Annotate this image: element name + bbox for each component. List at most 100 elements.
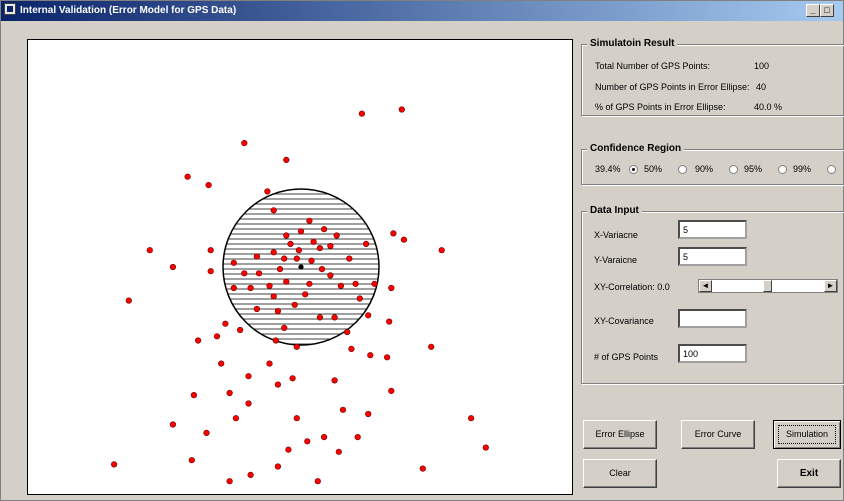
xy-correlation-label: XY-Correlation: 0.0: [594, 282, 670, 292]
gps-point: [314, 478, 321, 485]
confidence-radio-2[interactable]: [729, 165, 738, 174]
gps-point: [247, 284, 254, 292]
gps-point: [245, 373, 252, 380]
error-curve-button[interactable]: Error Curve: [681, 420, 755, 449]
gps-point: [283, 278, 290, 285]
gps-point: [222, 320, 229, 327]
gps-point: [327, 242, 334, 250]
gps-point: [205, 182, 212, 189]
gps-point: [297, 228, 305, 235]
exit-button[interactable]: Exit: [777, 459, 841, 488]
gps-point: [482, 444, 489, 451]
gps-point: [281, 255, 288, 262]
gps-point: [266, 282, 273, 289]
gps-point: [169, 263, 176, 271]
data-input-title: Data Input: [587, 205, 642, 216]
confidence-radio-0[interactable]: [629, 165, 638, 174]
confidence-region-group: Confidence Region 39.4% 50% 90% 95% 99%: [581, 143, 844, 185]
gps-point: [438, 247, 445, 254]
gps-point: [195, 337, 202, 344]
gps-point: [295, 247, 303, 254]
gps-point: [306, 217, 313, 224]
gps-point: [358, 110, 366, 117]
error-ellipse-button[interactable]: Error Ellipse: [583, 420, 657, 449]
gps-points-input[interactable]: [678, 344, 747, 363]
points-in-ellipse-value: 40: [756, 82, 767, 92]
gps-point: [203, 429, 210, 437]
maximize-button[interactable]: □: [820, 4, 834, 17]
confidence-region-title: Confidence Region: [587, 143, 685, 154]
x-variance-input[interactable]: [678, 220, 747, 239]
gps-point: [253, 305, 260, 313]
gps-point: [335, 448, 342, 455]
gps-point: [344, 329, 351, 336]
gps-point: [293, 343, 300, 350]
main-window: Internal Validation (Error Model for GPS…: [0, 0, 844, 501]
confidence-option-label: 95%: [744, 164, 763, 174]
scroll-right-arrow-icon[interactable]: ►: [824, 280, 837, 292]
window-title: Internal Validation (Error Model for GPS…: [20, 5, 237, 16]
total-points-value: 100: [754, 61, 770, 71]
confidence-radio-1[interactable]: [678, 165, 687, 174]
gps-point: [356, 295, 363, 302]
gps-point: [190, 392, 197, 399]
clear-button[interactable]: Clear: [583, 459, 657, 488]
gps-point: [226, 478, 233, 485]
center-point: [298, 264, 304, 270]
gps-point: [339, 406, 347, 413]
gps-point: [169, 421, 176, 428]
gps-point: [281, 324, 288, 332]
slider-thumb[interactable]: [763, 280, 772, 292]
gps-point: [371, 280, 378, 287]
gps-point: [400, 236, 408, 243]
gps-point: [388, 387, 395, 395]
gps-point: [302, 291, 309, 298]
xy-correlation-slider[interactable]: ◄ ►: [698, 279, 838, 293]
percent-in-ellipse-label: % of GPS Points in Error Ellipse:: [595, 102, 726, 112]
gps-point: [283, 156, 290, 163]
gps-point: [331, 314, 338, 321]
xy-covariance-input[interactable]: [678, 309, 747, 328]
confidence-radio-4[interactable]: [827, 165, 836, 174]
gps-point: [327, 272, 334, 279]
gps-point: [287, 240, 294, 247]
minimize-button[interactable]: _: [806, 4, 820, 17]
simulation-result-group: Simulatoin Result Total Number of GPS Po…: [581, 38, 844, 116]
gps-point: [270, 249, 277, 256]
simulation-button[interactable]: Simulation: [773, 420, 841, 449]
gps-point: [289, 375, 296, 382]
gps-point: [207, 268, 214, 275]
gps-point: [274, 381, 281, 388]
gps-point: [230, 259, 237, 266]
gps-point: [316, 314, 324, 321]
gps-point: [318, 266, 326, 273]
gps-point: [237, 326, 244, 334]
scroll-left-arrow-icon[interactable]: ◄: [699, 280, 712, 292]
gps-point: [304, 438, 311, 445]
gps-point: [354, 434, 361, 441]
gps-point: [125, 297, 132, 304]
confidence-option-label: 99%: [793, 164, 812, 174]
gps-point: [274, 308, 281, 315]
gps-point: [316, 245, 324, 252]
gps-point: [184, 173, 191, 180]
gps-point: [337, 282, 345, 289]
y-variance-label: Y-Varaicne: [594, 255, 638, 265]
gps-point: [283, 232, 290, 239]
gps-point: [270, 207, 277, 214]
confidence-option-label: 39.4%: [595, 164, 621, 174]
title-bar[interactable]: Internal Validation (Error Model for GPS…: [1, 1, 843, 21]
gps-scatter-plot: [110, 106, 489, 485]
gps-point: [386, 318, 393, 325]
gps-point: [255, 270, 263, 277]
gps-point: [321, 226, 328, 233]
gps-point: [274, 463, 281, 470]
gps-point: [188, 457, 195, 464]
gps-plot-area: [27, 39, 573, 495]
gps-point: [348, 345, 355, 353]
y-variance-input[interactable]: [678, 247, 747, 266]
gps-point: [346, 255, 353, 262]
confidence-radio-3[interactable]: [778, 165, 787, 174]
gps-point: [272, 337, 279, 344]
gps-point: [468, 415, 475, 422]
